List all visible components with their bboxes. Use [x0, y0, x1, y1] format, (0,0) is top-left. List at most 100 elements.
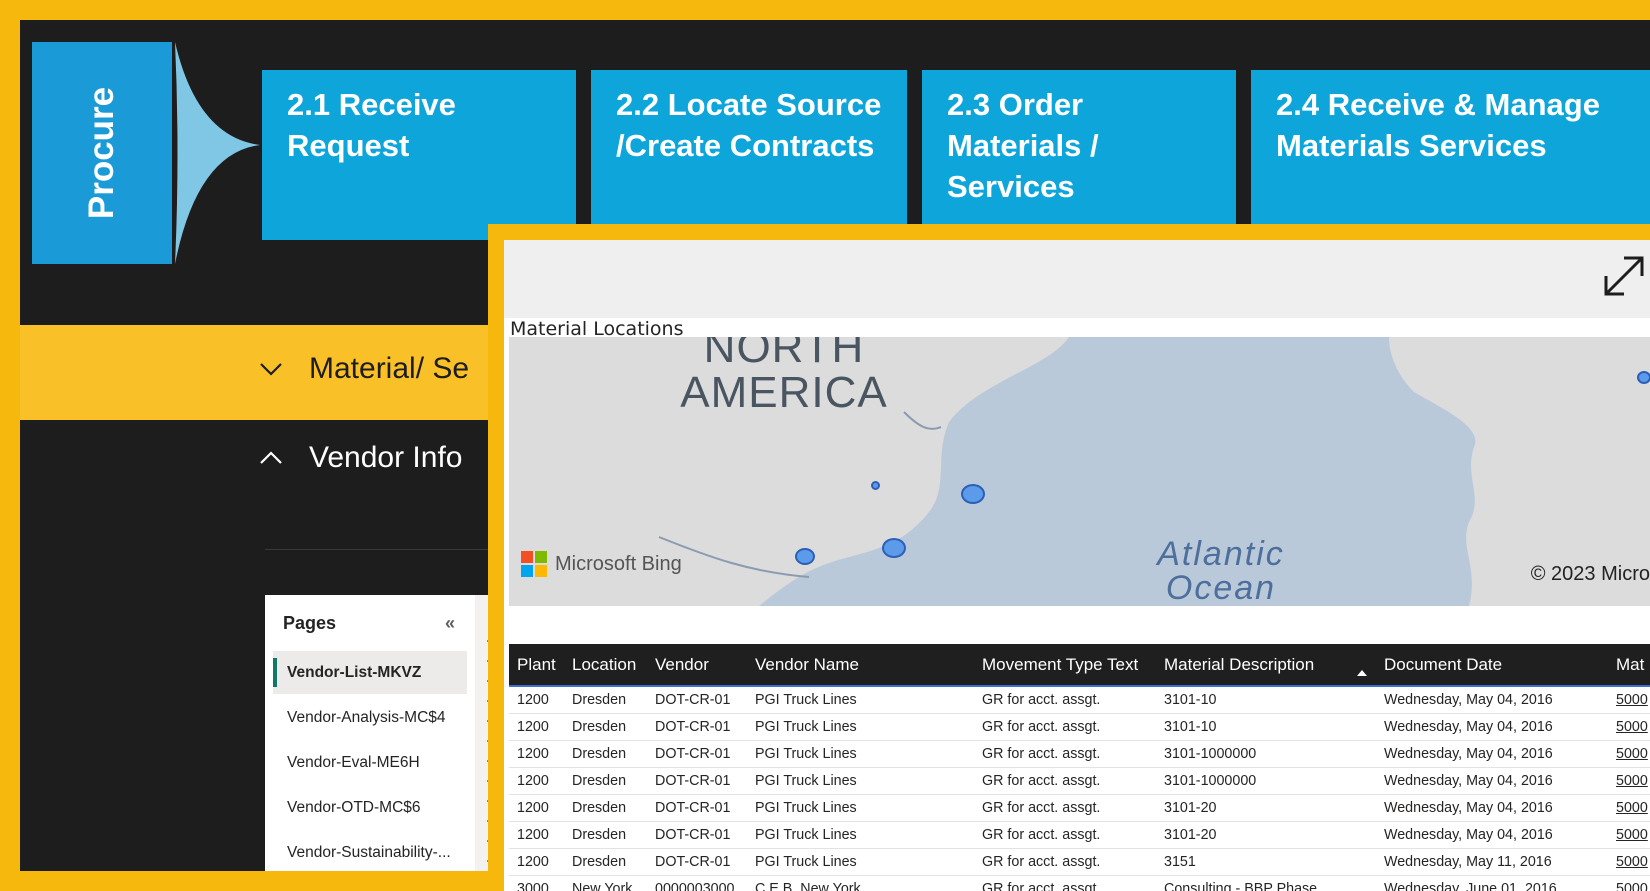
table-cell: DOT-CR-01: [655, 746, 731, 762]
table-cell: DOT-CR-01: [655, 800, 731, 816]
expand-diagonal-icon[interactable]: [1600, 252, 1648, 300]
page-item-vendor-analysis[interactable]: Vendor-Analysis-MC$4: [273, 696, 467, 739]
double-chevron-left-icon[interactable]: «: [445, 613, 455, 634]
material-doc-link[interactable]: 5000: [1608, 719, 1650, 735]
microsoft-logo-icon: [521, 551, 547, 577]
map-point[interactable]: [882, 538, 906, 558]
material-doc-link[interactable]: 5000: [1608, 800, 1650, 816]
pages-title: Pages: [283, 612, 337, 633]
page-item-vendor-sustainability[interactable]: Vendor-Sustainability-...: [273, 831, 467, 871]
table-cell: GR for acct. assgt.: [982, 719, 1101, 735]
table-cell: New York: [572, 881, 633, 891]
material-doc-link[interactable]: 5000: [1608, 827, 1650, 843]
map-point[interactable]: [1637, 371, 1650, 384]
material-locations-map[interactable]: NORTH AMERICA Atlantic Ocean Microsoft B…: [509, 337, 1650, 606]
table-header: Plant Location Vendor Vendor Name Moveme…: [509, 644, 1650, 687]
table-cell: GR for acct. assgt.: [982, 773, 1101, 789]
map-point[interactable]: [795, 548, 815, 565]
page-item-vendor-otd[interactable]: Vendor-OTD-MC$6: [273, 786, 467, 829]
material-doc-link[interactable]: 5000: [1608, 854, 1650, 870]
material-doc-link[interactable]: 5000: [1608, 773, 1650, 789]
step-2-3[interactable]: 2.3 Order Materials / Services: [922, 70, 1236, 240]
column-header-vendor-name[interactable]: Vendor Name: [747, 655, 974, 675]
table-cell: Dresden: [572, 692, 627, 708]
pages-panel: Pages « Vendor-List-MKVZ Vendor-Analysis…: [265, 595, 475, 871]
table-cell: PGI Truck Lines: [755, 746, 857, 762]
step-2-1[interactable]: 2.1 Receive Request: [262, 70, 576, 240]
pages-panel-header: Pages «: [265, 595, 475, 651]
phase-arrow-icon: [175, 42, 260, 264]
material-doc-link[interactable]: 5000: [1608, 746, 1650, 762]
table-cell: Wednesday, May 11, 2016: [1384, 854, 1552, 870]
table-row[interactable]: 1200 Dresden DOT-CR-01 PGI Truck Lines GR fo…: [509, 849, 1650, 876]
table-cell: 0000003000: [655, 881, 735, 891]
material-movements-table: Plant Location Vendor Vendor Name Moveme…: [509, 644, 1650, 891]
table-cell: 1200: [517, 719, 549, 735]
vendor-section-header[interactable]: Vendor Info: [257, 441, 462, 475]
table-cell: GR for acct. assgt.: [982, 800, 1101, 816]
column-header-vendor[interactable]: Vendor: [647, 655, 747, 675]
table-row[interactable]: 1200 Dresden DOT-CR-01 PGI Truck Lines GR fo…: [509, 822, 1650, 849]
bing-label: Microsoft Bing: [555, 552, 682, 575]
sort-ascending-icon: [1357, 670, 1367, 676]
table-cell: 3101-20: [1164, 827, 1217, 843]
material-doc-link[interactable]: 5000: [1608, 692, 1650, 708]
step-2-2[interactable]: 2.2 Locate Source /Create Contracts: [591, 70, 907, 240]
table-cell: Wednesday, May 04, 2016: [1384, 827, 1553, 843]
table-body: 1200 Dresden DOT-CR-01 PGI Truck Lines GR fo…: [509, 687, 1650, 891]
material-doc-link[interactable]: 5000: [1608, 881, 1650, 891]
table-cell: 3151: [1164, 854, 1196, 870]
table-cell: Dresden: [572, 719, 627, 735]
table-cell: DOT-CR-01: [655, 854, 731, 870]
map-label-ocean: Atlantic Ocean: [1157, 535, 1285, 606]
table-cell: 3101-10: [1164, 719, 1217, 735]
table-cell: Dresden: [572, 746, 627, 762]
map-point[interactable]: [871, 481, 880, 490]
step-2-4[interactable]: 2.4 Receive & Manage Materials Services: [1251, 70, 1650, 240]
table-cell: 1200: [517, 854, 549, 870]
column-header-material[interactable]: Mat: [1608, 655, 1650, 675]
chevron-down-icon: [257, 356, 285, 382]
map-label-continent: NORTH AMERICA: [680, 337, 888, 417]
bing-attribution: Microsoft Bing: [521, 551, 682, 577]
table-cell: PGI Truck Lines: [755, 692, 857, 708]
vendor-section-label: Vendor Info: [309, 441, 463, 474]
table-cell: Wednesday, May 04, 2016: [1384, 746, 1553, 762]
procure-label: Procure: [82, 86, 121, 220]
table-cell: GR for acct. assgt.: [982, 827, 1101, 843]
table-cell: PGI Truck Lines: [755, 773, 857, 789]
table-cell: 3101-20: [1164, 800, 1217, 816]
table-cell: PGI Truck Lines: [755, 719, 857, 735]
table-row[interactable]: 1200 Dresden DOT-CR-01 PGI Truck Lines GR fo…: [509, 714, 1650, 741]
table-row[interactable]: 1200 Dresden DOT-CR-01 PGI Truck Lines GR fo…: [509, 687, 1650, 714]
page-item-vendor-eval[interactable]: Vendor-Eval-ME6H: [273, 741, 467, 784]
table-cell: Wednesday, May 04, 2016: [1384, 719, 1553, 735]
table-cell: Dresden: [572, 827, 627, 843]
material-section-header[interactable]: Material/ Se: [257, 352, 469, 386]
column-header-location[interactable]: Location: [564, 655, 647, 675]
map-copyright: © 2023 Micro: [1530, 563, 1650, 585]
table-cell: 3101-1000000: [1164, 773, 1257, 789]
table-cell: Wednesday, May 04, 2016: [1384, 800, 1553, 816]
table-cell: Dresden: [572, 854, 627, 870]
table-row[interactable]: 3000 New York 0000003000 C.E.B. New York GR …: [509, 876, 1650, 891]
column-header-material-description[interactable]: Material Description: [1156, 655, 1376, 675]
table-row[interactable]: 1200 Dresden DOT-CR-01 PGI Truck Lines GR fo…: [509, 741, 1650, 768]
report-overlay: Material Locations NORTH AMERICA Atlanti…: [488, 224, 1650, 891]
table-cell: 1200: [517, 773, 549, 789]
table-cell: Dresden: [572, 800, 627, 816]
table-row[interactable]: 1200 Dresden DOT-CR-01 PGI Truck Lines GR fo…: [509, 768, 1650, 795]
table-cell: DOT-CR-01: [655, 719, 731, 735]
table-cell: 1200: [517, 800, 549, 816]
table-cell: GR for acct. assgt.: [982, 881, 1101, 891]
table-cell: GR for acct. assgt.: [982, 746, 1101, 762]
column-header-plant[interactable]: Plant: [509, 655, 564, 675]
table-row[interactable]: 1200 Dresden DOT-CR-01 PGI Truck Lines GR fo…: [509, 795, 1650, 822]
table-cell: 3000: [517, 881, 549, 891]
procure-phase-box: Procure: [32, 42, 172, 264]
page-item-vendor-list[interactable]: Vendor-List-MKVZ: [273, 651, 467, 694]
table-cell: Wednesday, June 01, 2016: [1384, 881, 1557, 891]
column-header-movement-type[interactable]: Movement Type Text: [974, 655, 1156, 675]
map-point[interactable]: [961, 484, 985, 504]
column-header-document-date[interactable]: Document Date: [1376, 655, 1608, 675]
